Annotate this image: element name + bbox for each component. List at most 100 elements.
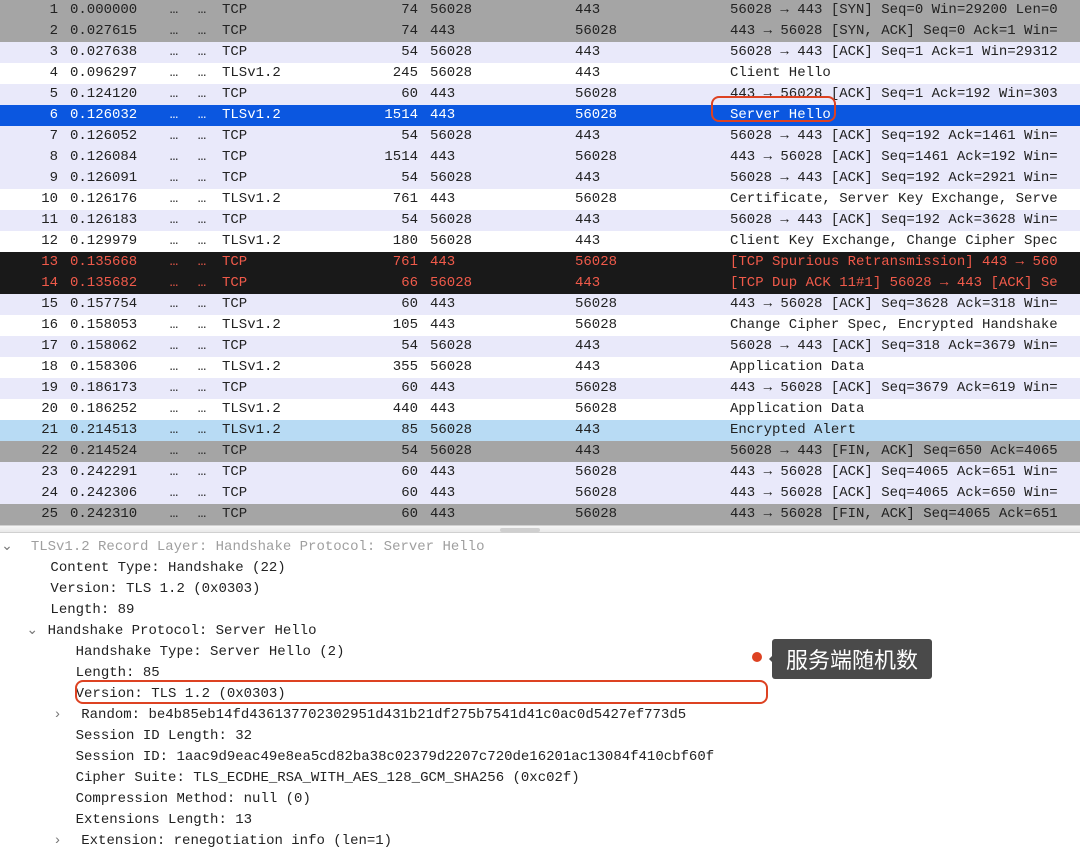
packet-protocol: TCP [216, 504, 346, 525]
packet-time: 0.135668 [64, 252, 160, 273]
packet-length: 74 [346, 0, 424, 21]
packet-destination: … [188, 399, 216, 420]
detail-cipher-suite[interactable]: Cipher Suite: TLS_ECDHE_RSA_WITH_AES_128… [0, 768, 1080, 789]
packet-dst-port: 56028 [569, 462, 724, 483]
chevron-right-icon[interactable]: › [50, 705, 64, 726]
packet-details-pane[interactable]: ⌄ TLSv1.2 Record Layer: Handshake Protoc… [0, 533, 1080, 856]
packet-destination: … [188, 147, 216, 168]
packet-row[interactable]: 190.186173……TCP6044356028443 → 56028 [AC… [0, 378, 1080, 399]
detail-content-type[interactable]: Content Type: Handshake (22) [0, 558, 1080, 579]
chevron-down-icon[interactable]: ⌄ [0, 537, 14, 558]
packet-row[interactable]: 180.158306……TLSv1.235556028443Applicatio… [0, 357, 1080, 378]
packet-dst-port: 443 [569, 63, 724, 84]
packet-row[interactable]: 160.158053……TLSv1.210544356028Change Cip… [0, 315, 1080, 336]
packet-dst-port: 443 [569, 441, 724, 462]
packet-row[interactable]: 50.124120……TCP6044356028443 → 56028 [ACK… [0, 84, 1080, 105]
detail-extensions-length[interactable]: Extensions Length: 13 [0, 810, 1080, 831]
packet-row[interactable]: 40.096297……TLSv1.224556028443Client Hell… [0, 63, 1080, 84]
packet-length: 60 [346, 294, 424, 315]
drag-handle-icon[interactable] [500, 528, 540, 532]
packet-dst-port: 56028 [569, 189, 724, 210]
packet-row[interactable]: 250.242310……TCP6044356028443 → 56028 [FI… [0, 504, 1080, 525]
packet-info: 56028 → 443 [ACK] Seq=192 Ack=3628 Win= [724, 210, 1080, 231]
packet-dst-port: 56028 [569, 483, 724, 504]
packet-src-port: 443 [424, 84, 569, 105]
chevron-down-icon[interactable]: ⌄ [25, 621, 39, 642]
packet-source: … [160, 126, 188, 147]
detail-session-id[interactable]: Session ID: 1aac9d9eac49e8ea5cd82ba38c02… [0, 747, 1080, 768]
packet-destination: … [188, 315, 216, 336]
packet-row[interactable]: 70.126052……TCP545602844356028 → 443 [ACK… [0, 126, 1080, 147]
packet-row[interactable]: 130.135668……TCP76144356028[TCP Spurious … [0, 252, 1080, 273]
packet-destination: … [188, 21, 216, 42]
packet-row[interactable]: 170.158062……TCP545602844356028 → 443 [AC… [0, 336, 1080, 357]
packet-length: 60 [346, 462, 424, 483]
packet-protocol: TLSv1.2 [216, 63, 346, 84]
packet-row[interactable]: 90.126091……TCP545602844356028 → 443 [ACK… [0, 168, 1080, 189]
detail-record-layer[interactable]: ⌄ TLSv1.2 Record Layer: Handshake Protoc… [0, 537, 1080, 558]
packet-dst-port: 56028 [569, 21, 724, 42]
packet-source: … [160, 147, 188, 168]
packet-protocol: TLSv1.2 [216, 231, 346, 252]
packet-row[interactable]: 150.157754……TCP6044356028443 → 56028 [AC… [0, 294, 1080, 315]
packet-time: 0.027638 [64, 42, 160, 63]
packet-time: 0.157754 [64, 294, 160, 315]
packet-row[interactable]: 120.129979……TLSv1.218056028443Client Key… [0, 231, 1080, 252]
packet-row[interactable]: 100.126176……TLSv1.276144356028Certificat… [0, 189, 1080, 210]
packet-row[interactable]: 20.027615……TCP7444356028443 → 56028 [SYN… [0, 21, 1080, 42]
detail-random[interactable]: › Random: be4b85eb14fd436137702302951d43… [0, 705, 1080, 726]
packet-info: Change Cipher Spec, Encrypted Handshake [724, 315, 1080, 336]
packet-src-port: 443 [424, 504, 569, 525]
packet-list-table[interactable]: 10.000000……TCP745602844356028 → 443 [SYN… [0, 0, 1080, 525]
packet-row[interactable]: 220.214524……TCP545602844356028 → 443 [FI… [0, 441, 1080, 462]
packet-row[interactable]: 200.186252……TLSv1.244044356028Applicatio… [0, 399, 1080, 420]
detail-session-id-length[interactable]: Session ID Length: 32 [0, 726, 1080, 747]
packet-protocol: TCP [216, 273, 346, 294]
packet-protocol: TLSv1.2 [216, 189, 346, 210]
packet-row[interactable]: 240.242306……TCP6044356028443 → 56028 [AC… [0, 483, 1080, 504]
packet-src-port: 56028 [424, 273, 569, 294]
packet-source: … [160, 273, 188, 294]
packet-row[interactable]: 230.242291……TCP6044356028443 → 56028 [AC… [0, 462, 1080, 483]
packet-src-port: 443 [424, 189, 569, 210]
packet-length: 66 [346, 273, 424, 294]
detail-version[interactable]: Version: TLS 1.2 (0x0303) [0, 579, 1080, 600]
packet-info: Encrypted Alert [724, 420, 1080, 441]
packet-src-port: 443 [424, 399, 569, 420]
packet-row[interactable]: 60.126032……TLSv1.2151444356028Server Hel… [0, 105, 1080, 126]
packet-length: 60 [346, 84, 424, 105]
packet-row[interactable]: 80.126084……TCP151444356028443 → 56028 [A… [0, 147, 1080, 168]
packet-row[interactable]: 140.135682……TCP6656028443[TCP Dup ACK 11… [0, 273, 1080, 294]
packet-dst-port: 443 [569, 168, 724, 189]
detail-hs-version[interactable]: Version: TLS 1.2 (0x0303) [0, 684, 1080, 705]
packet-info: 443 → 56028 [ACK] Seq=4065 Ack=651 Win= [724, 462, 1080, 483]
packet-source: … [160, 84, 188, 105]
detail-compression[interactable]: Compression Method: null (0) [0, 789, 1080, 810]
packet-protocol: TLSv1.2 [216, 315, 346, 336]
pane-separator[interactable] [0, 525, 1080, 533]
packet-destination: … [188, 42, 216, 63]
packet-time: 0.186252 [64, 399, 160, 420]
packet-source: … [160, 399, 188, 420]
packet-info: Server Hello [724, 105, 1080, 126]
packet-row[interactable]: 10.000000……TCP745602844356028 → 443 [SYN… [0, 0, 1080, 21]
packet-dst-port: 443 [569, 42, 724, 63]
packet-number: 19 [0, 378, 64, 399]
packet-src-port: 56028 [424, 441, 569, 462]
packet-src-port: 56028 [424, 42, 569, 63]
packet-destination: … [188, 210, 216, 231]
packet-protocol: TCP [216, 126, 346, 147]
packet-source: … [160, 21, 188, 42]
detail-extension-reneg[interactable]: › Extension: renegotiation info (len=1) [0, 831, 1080, 852]
packet-source: … [160, 441, 188, 462]
packet-row[interactable]: 110.126183……TCP545602844356028 → 443 [AC… [0, 210, 1080, 231]
packet-info: Application Data [724, 357, 1080, 378]
packet-destination: … [188, 441, 216, 462]
packet-dst-port: 443 [569, 210, 724, 231]
packet-row[interactable]: 30.027638……TCP545602844356028 → 443 [ACK… [0, 42, 1080, 63]
packet-dst-port: 56028 [569, 315, 724, 336]
packet-row[interactable]: 210.214513……TLSv1.28556028443Encrypted A… [0, 420, 1080, 441]
chevron-right-icon[interactable]: › [50, 831, 64, 852]
packet-protocol: TCP [216, 378, 346, 399]
detail-length[interactable]: Length: 89 [0, 600, 1080, 621]
